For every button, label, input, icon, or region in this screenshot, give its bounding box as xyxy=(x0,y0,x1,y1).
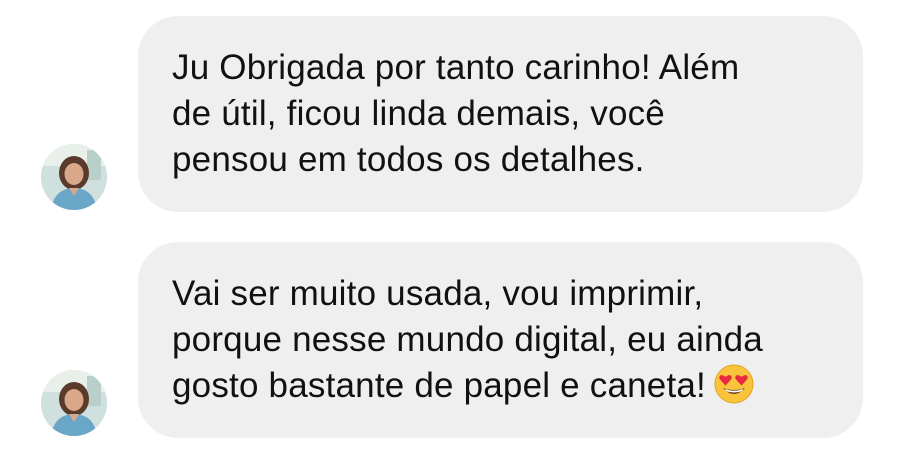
message-bubble[interactable]: Vai ser muito usada, vou imprimir, porque… xyxy=(138,242,863,438)
message-line: de útil, ficou linda demais, você xyxy=(172,94,665,133)
message-text: Ju Obrigada por tanto carinho! Além de út… xyxy=(172,45,829,183)
heart-eyes-emoji-icon xyxy=(714,364,754,404)
message-line: Ju Obrigada por tanto carinho! Além xyxy=(172,48,740,87)
message-line: Vai ser muito usada, vou imprimir, xyxy=(172,274,704,313)
message-row: Ju Obrigada por tanto carinho! Além de út… xyxy=(0,16,900,212)
message-line-text: gosto bastante de papel e caneta! xyxy=(172,366,706,405)
profile-photo-icon xyxy=(41,144,107,210)
message-row: Vai ser muito usada, vou imprimir, porque… xyxy=(0,242,900,438)
avatar[interactable] xyxy=(41,370,107,436)
message-text: Vai ser muito usada, vou imprimir, porque… xyxy=(172,271,829,409)
message-line: gosto bastante de papel e caneta! xyxy=(172,363,829,409)
message-bubble[interactable]: Ju Obrigada por tanto carinho! Além de út… xyxy=(138,16,863,212)
profile-photo-icon xyxy=(41,370,107,436)
message-line: pensou em todos os detalhes. xyxy=(172,140,645,179)
avatar[interactable] xyxy=(41,144,107,210)
message-line: porque nesse mundo digital, eu ainda xyxy=(172,320,763,359)
chat-thread: Ju Obrigada por tanto carinho! Além de út… xyxy=(0,0,900,470)
